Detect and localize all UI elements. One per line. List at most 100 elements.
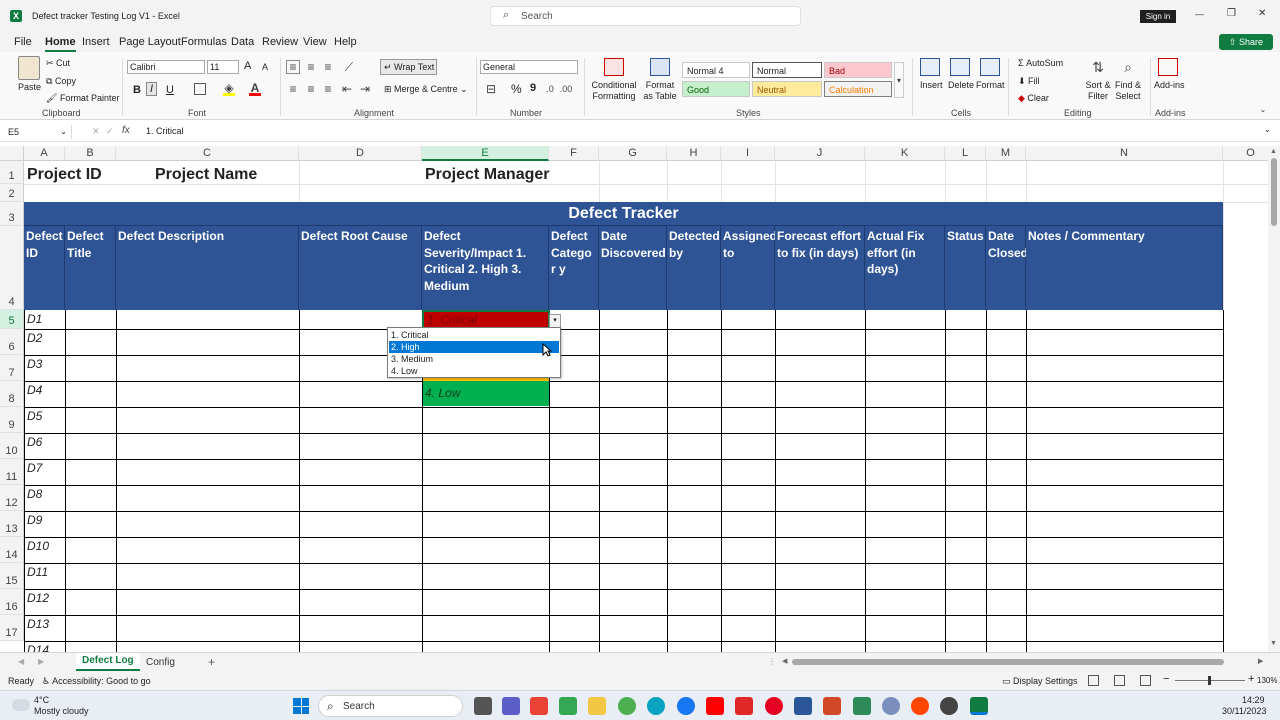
menu-help[interactable]: Help <box>334 36 357 48</box>
format-painter-button[interactable]: 🖌 Format Painter <box>46 93 119 104</box>
defect-id-cell[interactable]: D6 <box>25 435 42 449</box>
dropdown-option[interactable]: 2. High <box>389 341 559 353</box>
defect-id-cell[interactable]: D11 <box>25 565 48 579</box>
format-cells-button[interactable]: Format <box>976 80 1005 90</box>
sheet-tab-defect-log[interactable]: Defect Log <box>76 653 140 671</box>
row-header-15[interactable]: 15 <box>0 563 24 589</box>
row-header-5[interactable]: 5 <box>0 310 24 329</box>
vertical-scrollbar[interactable]: ▲ ▼ <box>1268 146 1280 652</box>
align-bottom-icon[interactable]: ≡ <box>321 60 335 74</box>
col-header-o[interactable]: O <box>1223 146 1268 161</box>
col-header-i[interactable]: I <box>721 146 775 161</box>
clock-date[interactable]: 30/11/2023 <box>1222 706 1266 716</box>
dropdown-arrow-button[interactable]: ▾ <box>549 314 561 328</box>
lock-app-icon[interactable] <box>853 697 871 715</box>
header-date-discovered[interactable]: Date Discovered <box>599 226 667 310</box>
style-calculation[interactable]: Calculation <box>824 81 892 97</box>
share-button[interactable]: ⇧ Share <box>1219 34 1273 50</box>
fill-color-icon[interactable]: ◈ <box>223 81 235 96</box>
confirm-entry-icon[interactable]: ✓ <box>106 126 114 137</box>
scroll-up-icon[interactable]: ▲ <box>1270 148 1277 155</box>
facebook-icon[interactable] <box>677 697 695 715</box>
windows-start-icon[interactable] <box>293 698 309 714</box>
defect-id-cell[interactable]: D1 <box>25 312 42 326</box>
edge-icon[interactable] <box>647 697 665 715</box>
sign-in-button[interactable]: Sign in <box>1140 10 1176 23</box>
header-status[interactable]: Status <box>945 226 986 310</box>
row-header-13[interactable]: 13 <box>0 511 24 537</box>
font-color-icon[interactable]: A <box>249 81 261 96</box>
defect-id-cell[interactable]: D8 <box>25 487 42 501</box>
pinterest-icon[interactable] <box>765 697 783 715</box>
reddit-icon[interactable] <box>911 697 929 715</box>
insert-function-icon[interactable]: fx <box>122 125 130 136</box>
header-forecast-effort[interactable]: Forecast effort to fix (in days) <box>775 226 865 310</box>
formula-input[interactable]: 1. Critical <box>146 126 184 136</box>
shrink-font-button[interactable]: A <box>262 62 268 72</box>
zoom-level[interactable]: 130% <box>1257 676 1277 685</box>
file-explorer-icon[interactable] <box>588 697 606 715</box>
chatgpt-icon[interactable] <box>940 697 958 715</box>
row-header-8[interactable]: 8 <box>0 381 24 407</box>
conditional-formatting-button[interactable]: Conditional Formatting <box>590 80 638 102</box>
find-select-icon[interactable]: ⌕ <box>1118 58 1138 76</box>
col-header-e[interactable]: E <box>422 146 549 161</box>
header-defect-id[interactable]: Defect ID <box>24 226 65 310</box>
header-notes[interactable]: Notes / Commentary <box>1026 226 1223 310</box>
header-severity[interactable]: Defect Severity/Impact 1. Critical 2. Hi… <box>422 226 549 310</box>
row-header-11[interactable]: 11 <box>0 459 24 485</box>
menu-data[interactable]: Data <box>231 36 254 48</box>
currency-icon[interactable]: ⊟ <box>482 82 500 96</box>
menu-review[interactable]: Review <box>262 36 298 48</box>
flipboard-icon[interactable] <box>735 697 753 715</box>
col-header-k[interactable]: K <box>865 146 945 161</box>
decrease-decimal-icon[interactable]: .00 <box>559 82 573 96</box>
defect-id-cell[interactable]: D3 <box>25 357 42 371</box>
menu-file[interactable]: File <box>14 36 32 48</box>
project-manager-label[interactable]: Project Manager <box>425 166 549 184</box>
zoom-in-button[interactable]: + <box>1248 673 1254 685</box>
align-right-icon[interactable]: ≡ <box>321 82 335 96</box>
header-defect-description[interactable]: Defect Description <box>116 226 299 310</box>
horizontal-scroll-thumb[interactable] <box>792 659 1224 665</box>
cancel-entry-icon[interactable]: ✕ <box>92 126 100 137</box>
font-size-select[interactable]: 11 <box>207 60 239 74</box>
col-header-m[interactable]: M <box>986 146 1026 161</box>
row-header-17[interactable]: 17 <box>0 615 24 641</box>
chrome-icon[interactable] <box>618 697 636 715</box>
dropdown-option[interactable]: 4. Low <box>389 365 559 377</box>
underline-button[interactable]: U <box>166 84 174 96</box>
delete-cells-icon[interactable] <box>950 58 970 76</box>
col-header-n[interactable]: N <box>1026 146 1223 161</box>
format-as-table-icon[interactable] <box>650 58 670 76</box>
col-header-l[interactable]: L <box>945 146 986 161</box>
display-settings-button[interactable]: ▭ Display Settings <box>1002 676 1078 687</box>
decrease-indent-icon[interactable]: ⇤ <box>340 82 354 96</box>
defect-id-cell[interactable]: D4 <box>25 383 42 397</box>
menu-page-layout[interactable]: Page Layout <box>119 36 181 48</box>
format-as-table-button[interactable]: Format as Table <box>640 80 680 102</box>
align-middle-icon[interactable]: ≡ <box>304 60 318 74</box>
youtube-icon[interactable] <box>706 697 724 715</box>
col-header-b[interactable]: B <box>65 146 116 161</box>
teams-icon[interactable] <box>502 697 520 715</box>
horizontal-scrollbar[interactable]: ◀ ▶ <box>782 656 1268 668</box>
copy-button[interactable]: ⧉ Copy <box>46 76 76 87</box>
increase-decimal-icon[interactable]: .0 <box>543 82 557 96</box>
header-actual-effort[interactable]: Actual Fix effort (in days) <box>865 226 945 310</box>
style-normal[interactable]: Normal <box>752 62 822 78</box>
fill-button[interactable]: ⬇ Fill <box>1018 76 1040 87</box>
page-layout-view-icon[interactable] <box>1114 675 1125 686</box>
addins-button[interactable]: Add-ins <box>1154 80 1185 90</box>
delete-cells-button[interactable]: Delete <box>948 80 974 90</box>
tracker-title[interactable]: Defect Tracker <box>24 202 1223 226</box>
borders-icon[interactable] <box>194 83 206 95</box>
format-cells-icon[interactable] <box>980 58 1000 76</box>
sort-filter-icon[interactable]: ⇅ <box>1088 58 1108 76</box>
word-icon[interactable] <box>794 697 812 715</box>
wrap-text-button[interactable]: ↵ Wrap Text <box>380 59 437 75</box>
find-select-button[interactable]: Find & Select <box>1110 80 1146 102</box>
header-category[interactable]: Defect Categor y <box>549 226 599 310</box>
row-header-3[interactable]: 3 <box>0 202 24 226</box>
page-break-view-icon[interactable] <box>1140 675 1151 686</box>
